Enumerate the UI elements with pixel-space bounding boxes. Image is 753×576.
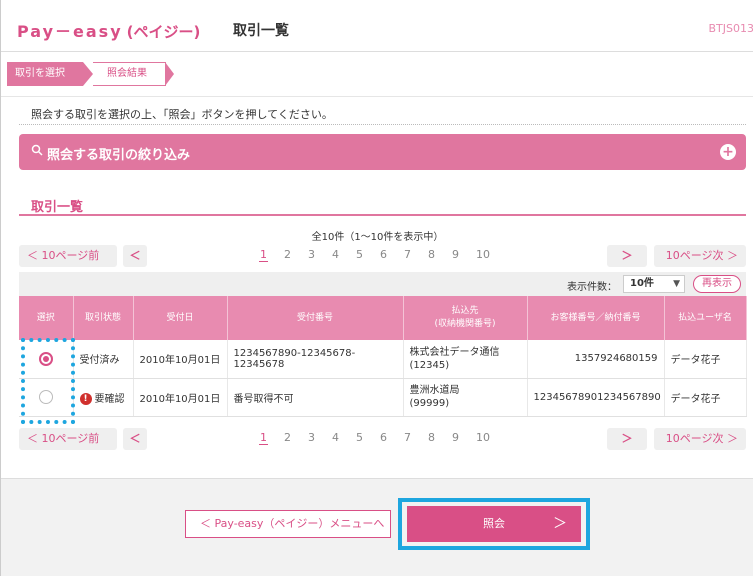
filter-accordion[interactable]: 照会する取引の絞り込み + [19, 134, 746, 170]
page-frame: Pay－easy (ペイジー) 取引一覧 BTJS013 取引を選択 照会結果 照… [0, 0, 753, 576]
plus-icon[interactable]: + [720, 144, 736, 160]
pager-bottom: ＜ 10ページ前 ＜ 1 2 3 4 5 6 7 8 9 10 ＞ 10ページ次… [19, 428, 746, 452]
page-link[interactable]: 5 [355, 248, 364, 262]
receipt-number-cell: 1234567890-12345678-12345678 [227, 340, 404, 379]
display-count-bar: 表示件数： 10件 再表示 [19, 272, 746, 296]
next-10-label: 10ページ次 [665, 432, 724, 445]
column-header: 受付番号 [227, 296, 404, 340]
brand-name: Pay－easy [17, 22, 123, 41]
brand-logo: Pay－easy (ペイジー) [17, 18, 200, 42]
status-text: 要確認 [94, 393, 125, 405]
receipt-number-cell: 番号取得不可 [227, 378, 404, 417]
table-row[interactable]: 受付済み 2010年10月01日 1234567890-12345678-123… [19, 340, 747, 379]
inquiry-highlight-callout [398, 498, 590, 550]
page-numbers: 1 2 3 4 5 6 7 8 9 10 [259, 248, 491, 262]
redisplay-button[interactable]: 再表示 [693, 275, 741, 293]
page-link[interactable]: 3 [307, 431, 316, 445]
page-link[interactable]: 1 [259, 431, 268, 445]
prev-10-label: 10ページ前 [41, 249, 100, 262]
page-link[interactable]: 8 [427, 431, 436, 445]
date-cell: 2010年10月01日 [133, 378, 228, 417]
prev-10-pages-button[interactable]: ＜ 10ページ前 [19, 245, 117, 267]
page-link[interactable]: 9 [451, 431, 460, 445]
page-link[interactable]: 8 [427, 248, 436, 262]
column-header: 払込ユーザ名 [664, 296, 747, 340]
page-link[interactable]: 10 [475, 431, 491, 445]
status-cell: ! 要確認 [73, 378, 134, 417]
table-row[interactable]: ! 要確認 2010年10月01日 番号取得不可 豊洲水道局 (99999) 12… [19, 378, 747, 417]
page-link[interactable]: 6 [379, 248, 388, 262]
payee-cell: 株式会社データ通信 (12345) [403, 340, 528, 379]
next-page-button[interactable]: ＞ [607, 245, 647, 267]
prev-10-pages-button[interactable]: ＜ 10ページ前 [19, 428, 117, 450]
pager-top: ＜ 10ページ前 ＜ 1 2 3 4 5 6 7 8 9 10 ＞ 10ページ次… [19, 245, 746, 269]
status-cell: 受付済み [73, 340, 134, 379]
divider [1, 96, 753, 97]
filter-title: 照会する取引の絞り込み [47, 148, 191, 163]
payeasy-menu-button[interactable]: ＜ Pay-easy（ペイジー）メニューへ [185, 510, 391, 538]
user-cell: データ花子 [664, 378, 747, 417]
user-cell: データ花子 [664, 340, 747, 379]
search-icon [31, 144, 43, 156]
prev-page-button[interactable]: ＜ [123, 245, 147, 267]
divider [19, 124, 746, 125]
column-header: 受付日 [133, 296, 228, 340]
next-10-pages-button[interactable]: 10ページ次 ＞ [654, 245, 746, 267]
date-cell: 2010年10月01日 [133, 340, 228, 379]
page-link[interactable]: 7 [403, 248, 412, 262]
instruction-text: 照会する取引を選択の上、「照会」ボタンを押してください。 [31, 108, 333, 121]
page-title: 取引一覧 [233, 23, 289, 39]
page-header: Pay－easy (ペイジー) 取引一覧 BTJS013 [1, 0, 753, 52]
prev-10-label: 10ページ前 [41, 432, 100, 445]
step-inquiry-result: 照会結果 [93, 62, 174, 86]
page-link[interactable]: 9 [451, 248, 460, 262]
display-count-select[interactable]: 10件 [623, 275, 685, 293]
warning-icon: ! [79, 392, 92, 405]
page-numbers: 1 2 3 4 5 6 7 8 9 10 [259, 431, 491, 445]
page-link[interactable]: 2 [283, 431, 292, 445]
column-header: 払込先 (収納機関番号) [403, 296, 528, 340]
page-link[interactable]: 4 [331, 248, 340, 262]
column-header: 選択 [19, 296, 74, 340]
page-link[interactable]: 7 [403, 431, 412, 445]
radio-highlight-callout [21, 338, 75, 424]
section-title: 取引一覧 [31, 200, 84, 215]
step-select-transaction: 取引を選択 [7, 62, 93, 86]
page-link[interactable]: 5 [355, 431, 364, 445]
page-link[interactable]: 4 [331, 431, 340, 445]
column-header: お客様番号／納付番号 [527, 296, 665, 340]
page-link[interactable]: 10 [475, 248, 491, 262]
screen-id: BTJS013 [708, 22, 753, 35]
brand-kana: (ペイジー) [126, 23, 201, 41]
column-header-text: 払込先 (収納機関番号) [434, 306, 496, 329]
page-link[interactable]: 1 [259, 248, 268, 262]
customer-number-cell: 1357924680159 [527, 340, 665, 379]
next-10-pages-button[interactable]: 10ページ次 ＞ [654, 428, 746, 450]
page-link[interactable]: 6 [379, 431, 388, 445]
prev-page-button[interactable]: ＜ [123, 428, 147, 450]
payee-cell: 豊洲水道局 (99999) [403, 378, 528, 417]
transaction-table: 選択 取引状態 受付日 受付番号 払込先 (収納機関番号) お客様番号／納付番号… [19, 296, 747, 417]
menu-button-label: Pay-easy（ペイジー）メニューへ [214, 517, 385, 530]
page-link[interactable]: 3 [307, 248, 316, 262]
step-indicator: 取引を選択 照会結果 [7, 62, 174, 86]
column-header: 取引状態 [73, 296, 134, 340]
page-link[interactable]: 2 [283, 248, 292, 262]
result-summary: 全10件（1〜10件を表示中） [311, 232, 444, 243]
customer-number-cell: 12345678901234567890 [527, 378, 665, 417]
next-10-label: 10ページ次 [665, 249, 724, 262]
table-header-row: 選択 取引状態 受付日 受付番号 払込先 (収納機関番号) お客様番号／納付番号… [19, 296, 747, 340]
section-divider [19, 214, 746, 216]
next-page-button[interactable]: ＞ [607, 428, 647, 450]
display-count-label: 表示件数： [567, 282, 617, 293]
